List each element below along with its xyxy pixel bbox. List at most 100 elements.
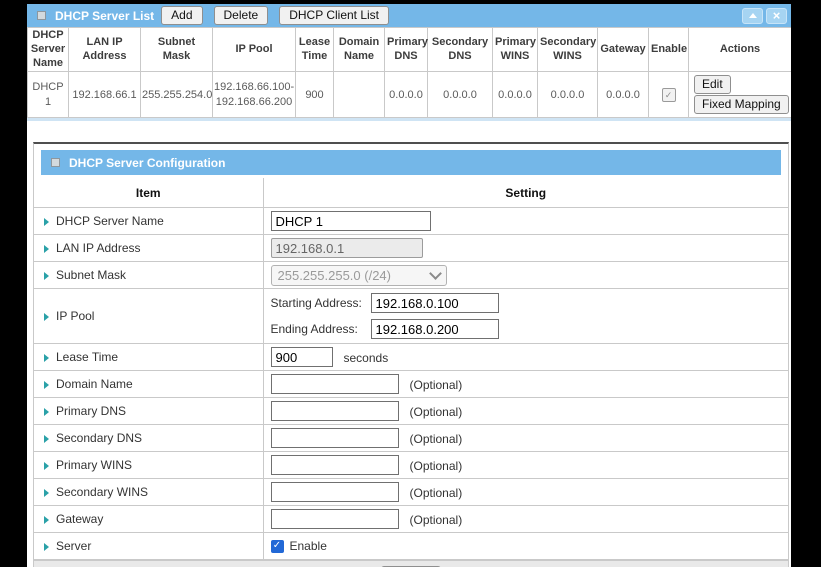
chevron-down-icon [429, 267, 442, 280]
optional-label: (Optional) [410, 432, 463, 446]
server-label-cell: Server [34, 533, 263, 560]
dhcp-config-panel: DHCP Server Configuration Item Setting D… [33, 142, 789, 567]
cell-ip-pool: 192.168.66.100- 192.168.66.200 [213, 72, 296, 118]
primary-wins-label-cell: Primary WINS [34, 452, 263, 479]
domain-name-input[interactable] [271, 374, 399, 394]
item-arrow-icon [44, 245, 49, 253]
secondary-wins-label-cell: Secondary WINS [34, 479, 263, 506]
primary-dns-input[interactable] [271, 401, 399, 421]
collapse-icon [749, 13, 757, 18]
row-gateway: Gateway (Optional) [34, 506, 788, 533]
column-header-lease-time: Lease Time [296, 28, 334, 72]
close-button[interactable]: × [766, 8, 787, 24]
content-area: DHCP Server List Add Delete DHCP Client … [27, 4, 791, 567]
item-arrow-icon [44, 272, 49, 280]
cell-subnet-mask: 255.255.254.0 [141, 72, 213, 118]
cell-secondary-dns: 0.0.0.0 [428, 72, 493, 118]
server-enable-label: Enable [290, 539, 327, 553]
panel-square-icon [37, 11, 46, 20]
row-subnet-mask: Subnet Mask 255.255.255.0 (/24) [34, 262, 788, 289]
optional-label: (Optional) [410, 486, 463, 500]
ip-pool-line1: 192.168.66.100- [214, 80, 294, 94]
row-dhcp-server-name: DHCP Server Name [34, 208, 788, 235]
item-arrow-icon [44, 435, 49, 443]
dhcp-server-list-panel: DHCP Server List Add Delete DHCP Client … [27, 4, 791, 121]
cell-lan-ip: 192.168.66.1 [69, 72, 141, 118]
lease-time-label-cell: Lease Time [34, 344, 263, 371]
server-enable-checkbox[interactable]: ✓ [271, 540, 284, 553]
gateway-label-cell: Gateway [34, 506, 263, 533]
subnet-mask-select: 255.255.255.0 (/24) [271, 265, 447, 286]
primary-wins-input[interactable] [271, 455, 399, 475]
dhcp-list-title: DHCP Server List [55, 9, 154, 23]
item-arrow-icon [44, 408, 49, 416]
cell-domain-name [334, 72, 385, 118]
cell-primary-wins: 0.0.0.0 [493, 72, 538, 118]
edit-button[interactable]: Edit [694, 75, 731, 94]
row-enable-checkbox: ✓ [662, 88, 676, 102]
subnet-mask-label-cell: Subnet Mask [34, 262, 263, 289]
secondary-dns-input[interactable] [271, 428, 399, 448]
column-header-dhcp-server-name: DHCP Server Name [28, 28, 69, 72]
row-lease-time: Lease Time seconds [34, 344, 788, 371]
column-header-enable: Enable [649, 28, 689, 72]
lan-ip-input [271, 238, 423, 258]
close-icon: × [773, 9, 781, 22]
dhcp-server-name-input[interactable] [271, 211, 431, 231]
cell-server-name: DHCP 1 [28, 72, 69, 118]
primary-dns-label-cell: Primary DNS [34, 398, 263, 425]
item-arrow-icon [44, 489, 49, 497]
cell-gateway: 0.0.0.0 [598, 72, 649, 118]
column-header-gateway: Gateway [598, 28, 649, 72]
row-domain-name: Domain Name (Optional) [34, 371, 788, 398]
row-lan-ip: LAN IP Address [34, 235, 788, 262]
item-arrow-icon [44, 354, 49, 362]
dhcp-list-table: DHCP Server Name LAN IP Address Subnet M… [27, 27, 791, 118]
column-header-lan-ip: LAN IP Address [69, 28, 141, 72]
gateway-input[interactable] [271, 509, 399, 529]
optional-label: (Optional) [410, 459, 463, 473]
ip-pool-label-cell: IP Pool [34, 289, 263, 344]
cell-secondary-wins: 0.0.0.0 [538, 72, 598, 118]
optional-label: (Optional) [410, 513, 463, 527]
ip-pool-end-input[interactable] [371, 319, 499, 339]
window-controls: × [742, 8, 787, 24]
column-header-secondary-dns: Secondary DNS [428, 28, 493, 72]
column-header-ip-pool: IP Pool [213, 28, 296, 72]
setting-header: Setting [263, 178, 788, 208]
column-header-secondary-wins: Secondary WINS [538, 28, 598, 72]
add-button[interactable]: Add [161, 6, 202, 25]
lan-ip-label-cell: LAN IP Address [34, 235, 263, 262]
lease-time-units-label: seconds [344, 351, 389, 365]
secondary-wins-input[interactable] [271, 482, 399, 502]
cell-primary-dns: 0.0.0.0 [385, 72, 428, 118]
cell-lease-time: 900 [296, 72, 334, 118]
dhcp-config-title: DHCP Server Configuration [69, 156, 225, 170]
starting-address-label: Starting Address: [271, 296, 371, 310]
panel-square-icon [51, 158, 60, 167]
dhcp-server-name-label-cell: DHCP Server Name [34, 208, 263, 235]
dhcp-config-table: Item Setting DHCP Server Name LAN IP Add… [34, 178, 788, 560]
domain-name-label-cell: Domain Name [34, 371, 263, 398]
collapse-button[interactable] [742, 8, 763, 24]
delete-button[interactable]: Delete [214, 6, 269, 25]
optional-label: (Optional) [410, 405, 463, 419]
fixed-mapping-button[interactable]: Fixed Mapping [694, 95, 789, 114]
lease-time-input[interactable] [271, 347, 333, 367]
optional-label: (Optional) [410, 378, 463, 392]
cell-enable: ✓ [649, 72, 689, 118]
item-arrow-icon [44, 543, 49, 551]
table-bottom-strip [27, 118, 791, 121]
config-footer: Save [34, 560, 788, 567]
config-header-row: Item Setting [34, 178, 788, 208]
dhcp-client-list-button[interactable]: DHCP Client List [279, 6, 389, 25]
ip-pool-line2: 192.168.66.200 [214, 95, 294, 109]
ip-pool-start-input[interactable] [371, 293, 499, 313]
row-secondary-dns: Secondary DNS (Optional) [34, 425, 788, 452]
dhcp-list-titlebar: DHCP Server List Add Delete DHCP Client … [27, 4, 791, 27]
row-primary-dns: Primary DNS (Optional) [34, 398, 788, 425]
row-server: Server ✓ Enable [34, 533, 788, 560]
item-header: Item [34, 178, 263, 208]
column-header-actions: Actions [689, 28, 792, 72]
column-header-primary-dns: Primary DNS [385, 28, 428, 72]
